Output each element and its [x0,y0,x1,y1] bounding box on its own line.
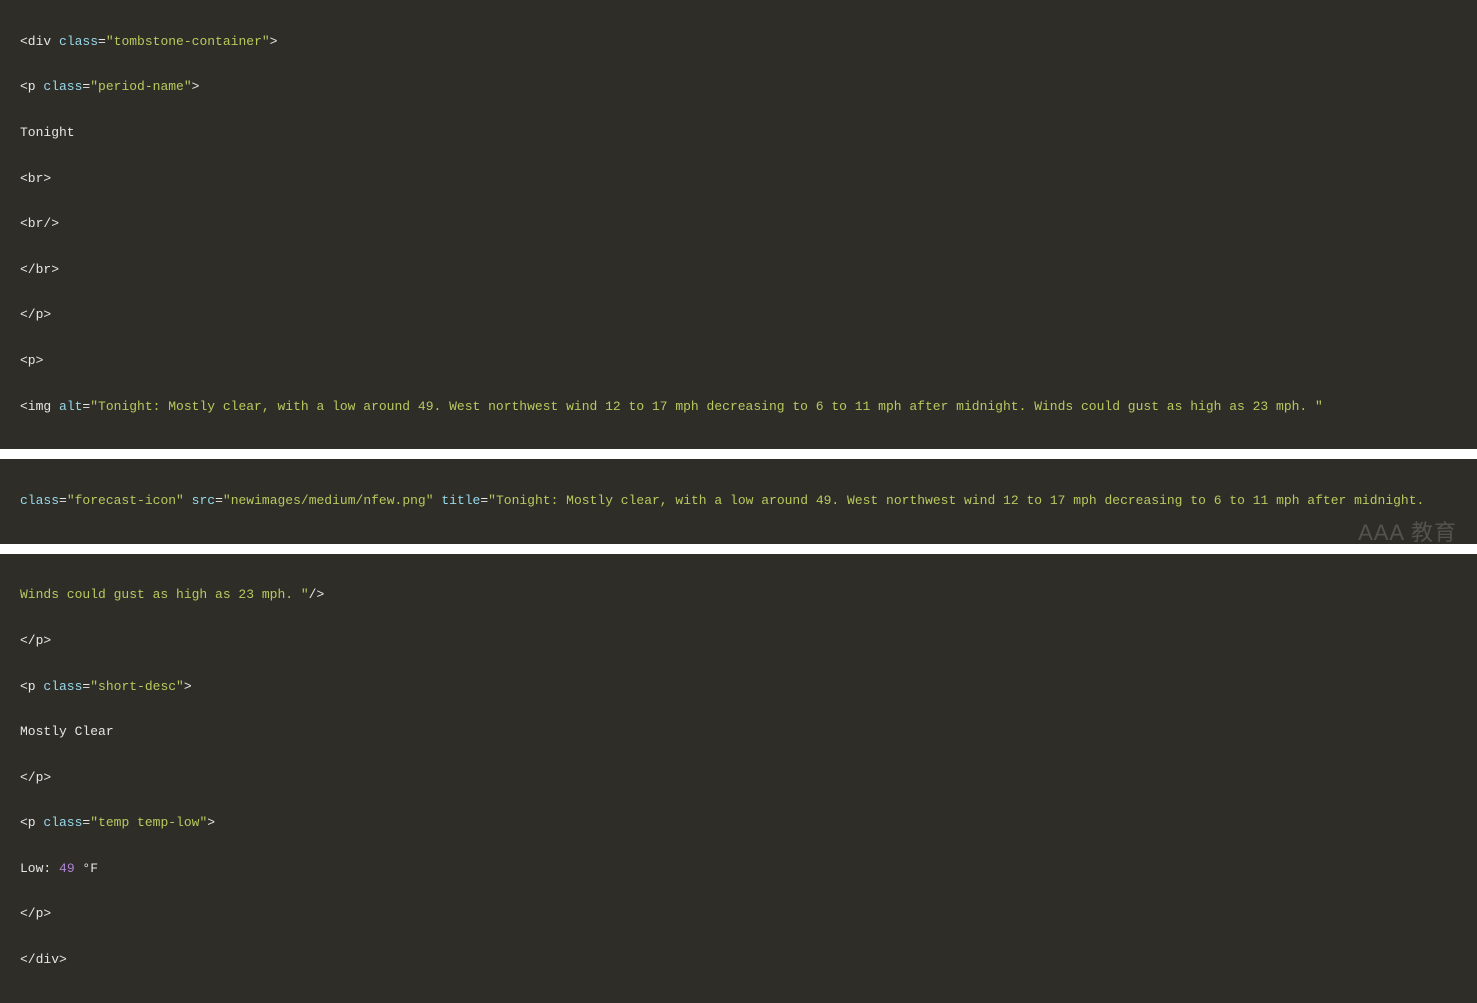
code-token-attr: class [43,79,82,94]
code-token-tag: <br> [20,171,51,186]
code-token-string: "tombstone-container" [106,34,270,49]
code-token-tag: > [270,34,278,49]
code-token-string: "forecast-icon" [67,493,184,508]
code-token-tag: </p> [20,770,51,785]
code-line: <br> [2,168,1475,191]
code-token-tag: </p> [20,906,51,921]
code-block-3[interactable]: Winds could gust as high as 23 mph. "/> … [0,554,1477,1003]
code-line: <p class="short-desc"> [2,676,1475,699]
code-token-string: Winds could gust as high as 23 mph. " [20,587,309,602]
code-token-tag: > [207,815,215,830]
code-token-tag: <p [20,679,43,694]
code-line: </p> [2,767,1475,790]
code-token-punc: = [480,493,488,508]
code-token-tag: </p> [20,307,51,322]
code-line: Low: 49 °F [2,858,1475,881]
code-token-attr: title [441,493,480,508]
code-token-tag: <img [20,399,59,414]
code-token-tag: > [192,79,200,94]
code-token-tag: <br/> [20,216,59,231]
code-line: <div class="tombstone-container"> [2,31,1475,54]
code-block-2[interactable]: class="forecast-icon" src="newimages/med… [0,459,1477,543]
code-line: <img alt="Tonight: Mostly clear, with a … [2,396,1475,419]
code-line: <p> [2,350,1475,373]
code-token-tag: <div [20,34,59,49]
code-token-tag: /> [309,587,325,602]
code-token-tag: </p> [20,633,51,648]
code-token-punc: = [98,34,106,49]
code-line: </br> [2,259,1475,282]
code-token-punc: = [82,815,90,830]
code-token-string: "newimages/medium/nfew.png" [223,493,434,508]
code-token-space [184,493,192,508]
code-token-tag: <p [20,79,43,94]
code-line: Winds could gust as high as 23 mph. "/> [2,584,1475,607]
code-token-tag: </br> [20,262,59,277]
code-token-text: °F [75,861,98,876]
code-token-tag: <p [20,815,43,830]
code-token-text: Tonight [20,125,75,140]
code-token-string: "Tonight: Mostly clear, with a low aroun… [488,493,1424,508]
code-token-string: "temp temp-low" [90,815,207,830]
code-line: </div> [2,949,1475,972]
code-line: </p> [2,630,1475,653]
block-gap [0,449,1477,459]
code-line: </p> [2,304,1475,327]
code-line: <p class="temp temp-low"> [2,812,1475,835]
block-gap [0,544,1477,554]
code-token-attr: class [59,34,98,49]
code-token-text: Low: [20,861,59,876]
code-token-attr: src [192,493,215,508]
code-token-tag: </div> [20,952,67,967]
code-token-string: "period-name" [90,79,191,94]
code-token-punc: = [59,493,67,508]
code-token-string: "short-desc" [90,679,184,694]
code-token-tag: <p> [20,353,43,368]
code-token-tag: > [184,679,192,694]
code-token-punc: = [215,493,223,508]
code-token-attr: class [43,679,82,694]
code-token-attr: class [43,815,82,830]
code-token-attr: alt [59,399,82,414]
code-block-1[interactable]: <div class="tombstone-container"> <p cla… [0,0,1477,449]
code-line: <p class="period-name"> [2,76,1475,99]
code-token-punc: = [82,679,90,694]
code-line: Tonight [2,122,1475,145]
code-token-string: "Tonight: Mostly clear, with a low aroun… [90,399,1323,414]
code-line: Mostly Clear [2,721,1475,744]
code-line: <br/> [2,213,1475,236]
code-line: class="forecast-icon" src="newimages/med… [2,490,1475,513]
code-line: </p> [2,903,1475,926]
code-token-text: Mostly Clear [20,724,114,739]
code-token-attr: class [20,493,59,508]
code-token-number: 49 [59,861,75,876]
